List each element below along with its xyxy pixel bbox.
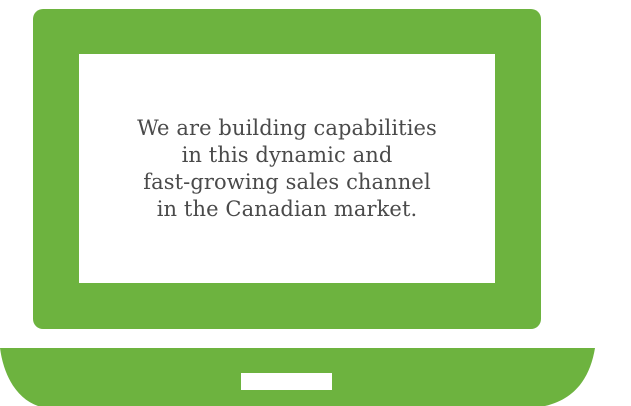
message-line-1: We are building capabilities [137,115,437,140]
screen-message: We are building capabilities in this dyn… [79,54,495,283]
message-line-2: in this dynamic and [181,142,393,167]
message-line-3: fast-growing sales channel [143,169,431,194]
trackpad [241,373,332,390]
message-line-4: in the Canadian market. [156,196,418,221]
